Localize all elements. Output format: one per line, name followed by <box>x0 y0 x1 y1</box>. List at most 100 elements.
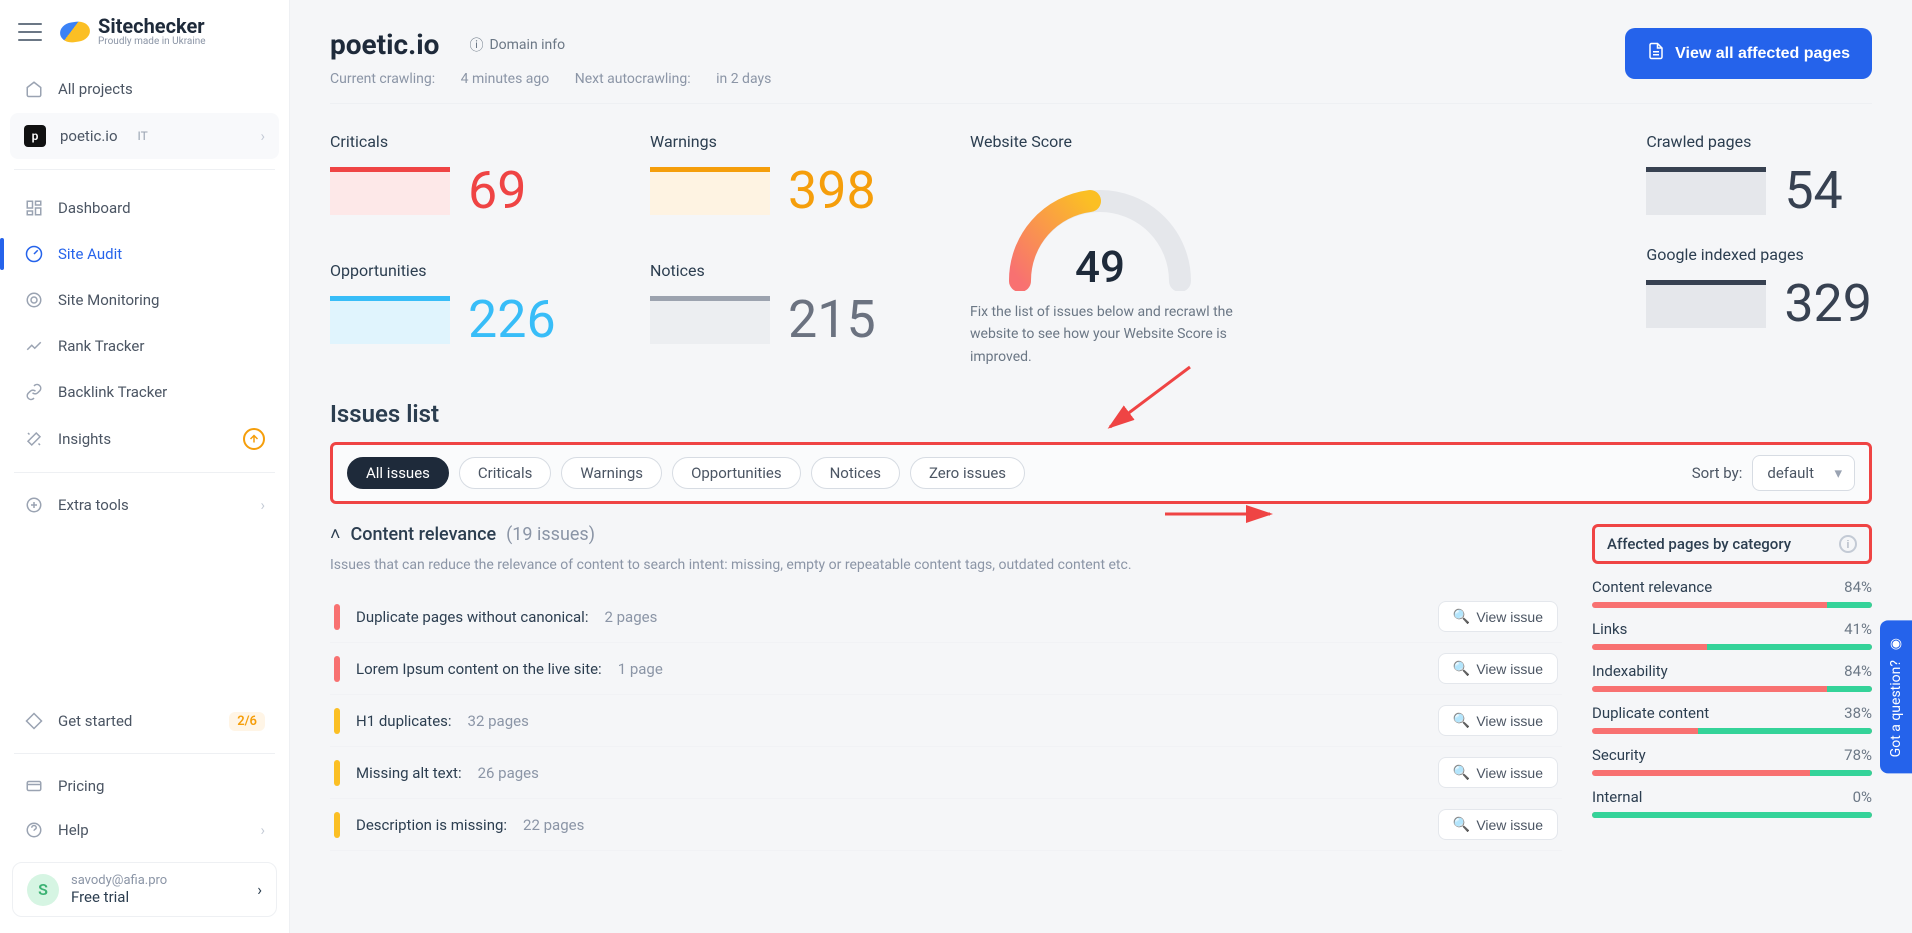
stat-value: 226 <box>468 294 556 346</box>
nav-label: Insights <box>58 430 111 448</box>
issue-row[interactable]: Description is missing: 22 pages 🔍View i… <box>330 799 1562 851</box>
filter-bar: All issues Criticals Warnings Opportunit… <box>330 442 1872 504</box>
category-name: Duplicate content <box>1592 704 1709 722</box>
view-issue-button[interactable]: 🔍View issue <box>1438 653 1558 684</box>
view-issue-button[interactable]: 🔍View issue <box>1438 809 1558 840</box>
logo[interactable]: Sitechecker Proudly made in Ukraine <box>60 16 206 47</box>
search-icon: 🔍 <box>1453 608 1470 625</box>
stat-bar <box>330 167 450 215</box>
filter-zero-issues[interactable]: Zero issues <box>910 457 1025 489</box>
domain-info-button[interactable]: ⓘ Domain info <box>455 29 579 61</box>
issue-title: Duplicate pages without canonical: <box>356 608 588 626</box>
search-icon: 🔍 <box>1453 712 1470 729</box>
issue-row[interactable]: H1 duplicates: 32 pages 🔍View issue <box>330 695 1562 747</box>
filter-opportunities[interactable]: Opportunities <box>672 457 801 489</box>
nav-extra-tools[interactable]: Extra tools › <box>10 483 279 527</box>
gauge-icon <box>24 244 44 264</box>
category-item[interactable]: Indexability84% <box>1592 662 1872 692</box>
issue-pages: 1 page <box>618 660 663 678</box>
logo-icon <box>59 20 91 44</box>
stat-value: 54 <box>1784 165 1842 217</box>
chevron-up-icon: ˄ <box>330 524 341 545</box>
category-item[interactable]: Internal0% <box>1592 788 1872 818</box>
stat-bar <box>650 167 770 215</box>
link-icon <box>24 382 44 402</box>
categories-title: Affected pages by category <box>1607 535 1791 553</box>
stat-opportunities[interactable]: Opportunities 226 <box>330 261 610 368</box>
domain-info-label: Domain info <box>489 37 565 53</box>
category-item[interactable]: Security78% <box>1592 746 1872 776</box>
upgrade-badge-icon <box>243 428 265 450</box>
nav-site-monitoring[interactable]: Site Monitoring <box>10 278 279 322</box>
category-name: Content relevance <box>1592 578 1712 596</box>
issue-group-header[interactable]: ˄ Content relevance (19 issues) <box>330 524 1562 545</box>
nav-rank-tracker[interactable]: Rank Tracker <box>10 324 279 368</box>
user-email: savody@afia.pro <box>71 873 167 888</box>
score-label: Website Score <box>970 132 1606 151</box>
categories-header: Affected pages by category i <box>1592 524 1872 564</box>
user-card[interactable]: S savody@afia.pro Free trial › <box>12 862 277 917</box>
issue-pages: 32 pages <box>468 712 529 730</box>
filter-criticals[interactable]: Criticals <box>459 457 551 489</box>
filter-notices[interactable]: Notices <box>811 457 900 489</box>
issue-title: Lorem Ipsum content on the live site: <box>356 660 602 678</box>
issue-row[interactable]: Duplicate pages without canonical: 2 pag… <box>330 591 1562 643</box>
stat-value: 329 <box>1784 278 1872 330</box>
filter-warnings[interactable]: Warnings <box>561 457 662 489</box>
issue-title: Description is missing: <box>356 816 507 834</box>
stat-warnings[interactable]: Warnings 398 <box>650 132 930 239</box>
stat-bar <box>330 296 450 344</box>
stat-label: Opportunities <box>330 261 610 280</box>
nav-label: Site Audit <box>58 245 122 263</box>
nav-dashboard[interactable]: Dashboard <box>10 186 279 230</box>
nav-pricing[interactable]: Pricing <box>10 764 279 808</box>
category-name: Internal <box>1592 788 1642 806</box>
stat-indexed[interactable]: Google indexed pages 329 <box>1646 245 1872 330</box>
nav-backlink-tracker[interactable]: Backlink Tracker <box>10 370 279 414</box>
category-name: Links <box>1592 620 1627 638</box>
issue-row[interactable]: Lorem Ipsum content on the live site: 1 … <box>330 643 1562 695</box>
category-percent: 78% <box>1844 746 1872 764</box>
filter-all-issues[interactable]: All issues <box>347 457 449 489</box>
nav-get-started[interactable]: Get started 2/6 <box>10 699 279 743</box>
stat-value: 398 <box>788 165 876 217</box>
autocrawl-status: Next autocrawling: in 2 days <box>575 71 772 87</box>
project-avatar: p <box>24 125 46 147</box>
category-item[interactable]: Links41% <box>1592 620 1872 650</box>
category-bar <box>1592 686 1872 692</box>
group-name: Content relevance <box>351 524 497 545</box>
dashboard-icon <box>24 198 44 218</box>
view-issue-button[interactable]: 🔍View issue <box>1438 705 1558 736</box>
nav-help[interactable]: Help › <box>10 808 279 852</box>
issue-pages: 26 pages <box>478 764 539 782</box>
help-icon <box>24 820 44 840</box>
user-plan: Free trial <box>71 888 167 906</box>
stat-notices[interactable]: Notices 215 <box>650 261 930 368</box>
category-bar <box>1592 770 1872 776</box>
info-icon[interactable]: i <box>1839 535 1857 553</box>
severity-indicator <box>334 656 340 682</box>
website-score: Website Score 49 Fix the list of issues … <box>970 132 1606 368</box>
sort-select[interactable]: default <box>1752 455 1855 491</box>
nav-site-audit[interactable]: Site Audit <box>10 232 279 276</box>
category-item[interactable]: Duplicate content 38% <box>1592 704 1872 734</box>
stat-label: Crawled pages <box>1646 132 1872 151</box>
nav-project[interactable]: p poetic.io IT › <box>10 113 279 159</box>
feedback-tab[interactable]: Got a question? ◉ <box>1880 620 1912 773</box>
search-icon: 🔍 <box>1453 764 1470 781</box>
stat-criticals[interactable]: Criticals 69 <box>330 132 610 239</box>
severity-indicator <box>334 604 340 630</box>
nav-label: Extra tools <box>58 496 129 514</box>
view-issue-button[interactable]: 🔍View issue <box>1438 601 1558 632</box>
nav-all-projects[interactable]: All projects <box>10 67 279 111</box>
menu-toggle[interactable] <box>18 23 42 41</box>
category-item[interactable]: Content relevance84% <box>1592 578 1872 608</box>
sort-label: Sort by: <box>1692 464 1743 482</box>
category-percent: 38% <box>1844 704 1872 722</box>
stat-crawled[interactable]: Crawled pages 54 <box>1646 132 1872 217</box>
chevron-right-icon: › <box>260 496 265 514</box>
nav-insights[interactable]: Insights <box>10 416 279 462</box>
view-issue-button[interactable]: 🔍View issue <box>1438 757 1558 788</box>
issue-row[interactable]: Missing alt text: 26 pages 🔍View issue <box>330 747 1562 799</box>
view-affected-pages-button[interactable]: View all affected pages <box>1625 28 1872 79</box>
